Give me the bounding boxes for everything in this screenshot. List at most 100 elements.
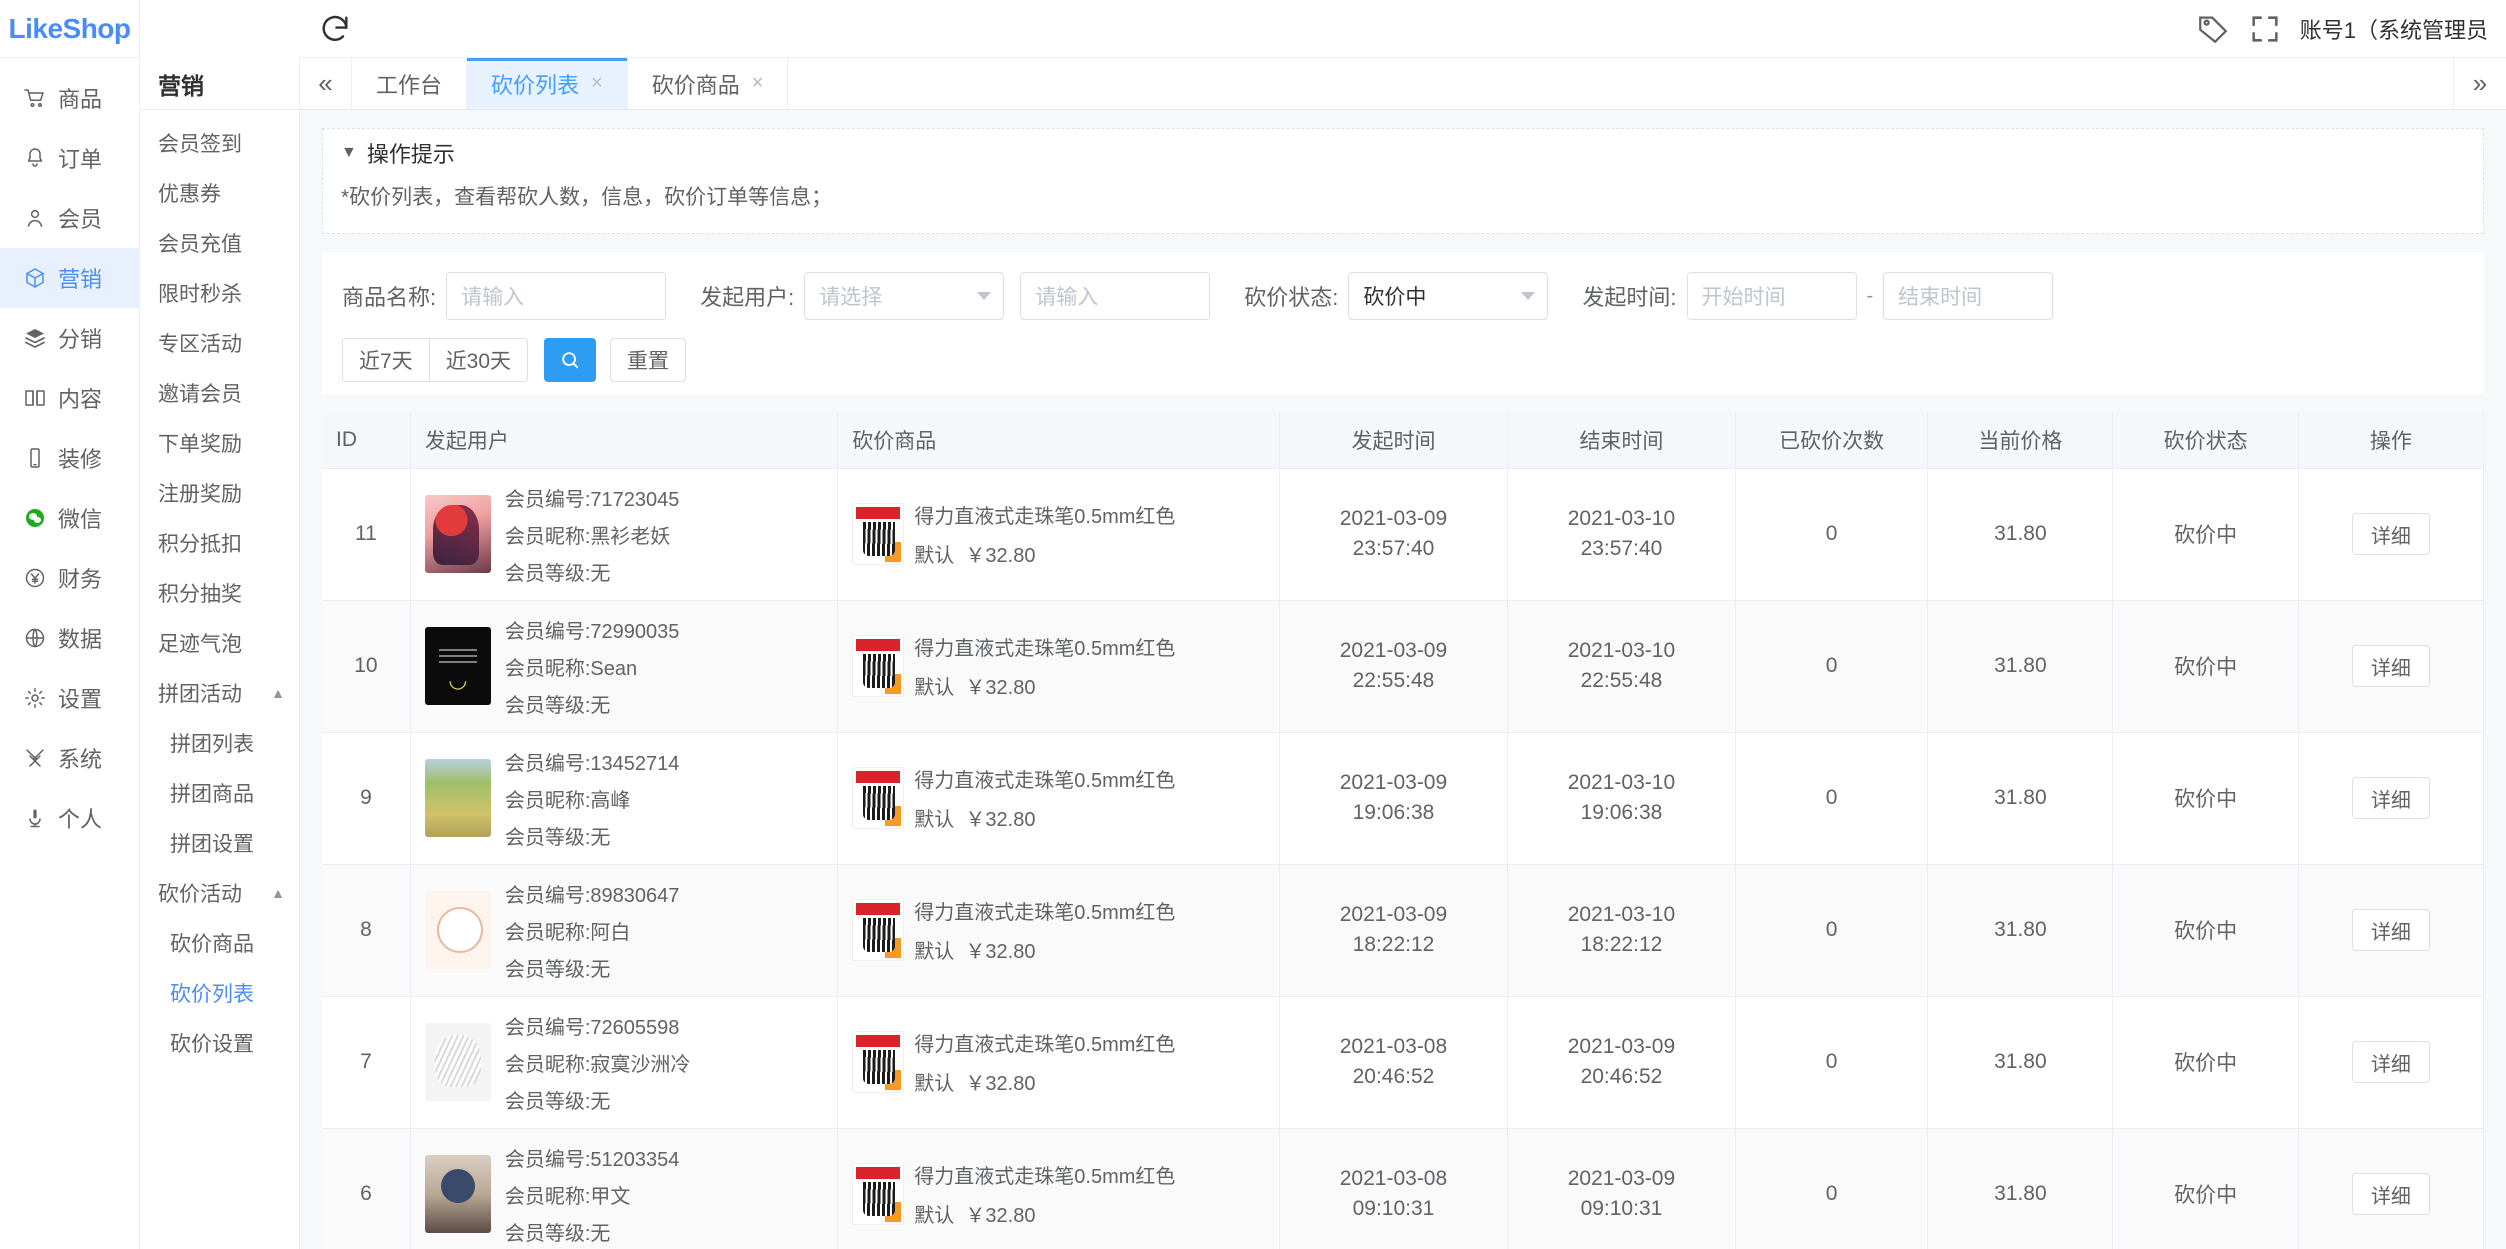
sidebar-item-label: 财务 [58,567,103,592]
sidebar-item-1[interactable]: 订单 [0,128,139,188]
submenu-item-label: 注册奖励 [158,483,242,506]
user-keyword-input[interactable]: 请输入 [1020,272,1211,320]
tab-bar: « 工作台 砍价列表 × 砍价商品 × » [300,58,2506,110]
submenu-item-9[interactable]: 积分抽奖 [140,568,299,618]
user-type-select[interactable]: 请选择 [804,272,1005,320]
submenu-item-7[interactable]: 注册奖励 [140,468,299,518]
submenu-item-0[interactable]: 会员签到 [140,118,299,168]
sidebar-item-5[interactable]: 内容 [0,368,139,428]
submenu-item-3[interactable]: 限时秒杀 [140,268,299,318]
tab-1[interactable]: 砍价列表 × [467,58,628,109]
tips-body: *砍价列表，查看帮砍人数，信息，砍价订单等信息； [341,186,833,209]
submenu-item-14[interactable]: 拼团设置 [140,818,299,868]
detail-button[interactable]: 详细 [2351,777,2430,819]
submenu-item-13[interactable]: 拼团商品 [140,768,299,818]
sidebar-item-10[interactable]: 设置 [0,668,139,728]
detail-button[interactable]: 详细 [2351,513,2430,555]
reset-button[interactable]: 重置 [610,338,687,382]
sidebar-item-0[interactable]: 商品 [0,68,139,128]
cell-user: 会员编号:89830647 会员昵称:阿白 会员等级:无 [410,864,839,997]
filter-row-2: 近7天 近30天 重置 [342,338,2464,382]
column-header-1: 发起用户 [410,412,839,469]
submenu-item-16[interactable]: 砍价商品 [140,918,299,968]
detail-button[interactable]: 详细 [2351,1173,2430,1215]
status-select[interactable]: 砍价中 [1348,272,1549,320]
sidebar-item-11[interactable]: 系统 [0,728,139,788]
submenu-item-4[interactable]: 专区活动 [140,318,299,368]
column-header-7: 砍价状态 [2112,412,2299,469]
tips-header[interactable]: ▼ 操作提示 [323,129,2483,177]
fullscreen-icon[interactable] [2248,12,2282,46]
tab-0[interactable]: 工作台 [352,58,468,109]
close-icon[interactable]: × [591,72,603,95]
close-icon[interactable]: × [752,72,764,95]
account-label[interactable]: 账号1（系统管理员 [2300,13,2488,45]
table-row: 7 会员编号:72605598 会员昵称:寂寞沙洲冷 会员等级:无 得力直液式走珠笔0.… [322,996,2485,1129]
submenu-item-15[interactable]: 砍价活动 ▲ [140,868,299,918]
cell-action: 详细 [2298,600,2485,733]
submenu-item-5[interactable]: 邀请会员 [140,368,299,418]
submenu-item-2[interactable]: 会员充值 [140,218,299,268]
submenu-item-10[interactable]: 足迹气泡 [140,618,299,668]
sidebar-item-9[interactable]: 数据 [0,608,139,668]
submenu-item-18[interactable]: 砍价设置 [140,1018,299,1068]
last-7-days-button[interactable]: 近7天 [342,338,430,382]
chevron-double-right-icon[interactable]: » [2454,58,2506,109]
cell-cut-count: 0 [1735,1128,1929,1249]
cell-goods: 得力直液式走珠笔0.5mm红色 默认 ￥32.80 [837,468,1280,601]
end-time-input[interactable]: 结束时间 [1883,272,2054,320]
member-nickname: 会员昵称:黑衫老妖 [504,525,671,548]
cell-action: 详细 [2298,996,2485,1129]
refresh-icon[interactable] [318,12,352,46]
column-header-3: 发起时间 [1279,412,1508,469]
detail-button[interactable]: 详细 [2351,909,2430,951]
submenu-item-11[interactable]: 拼团活动 ▲ [140,668,299,718]
logo[interactable]: LikeShop [0,0,139,58]
logo-label: LikeShop [8,12,131,44]
end-date: 2021-03-10 [1567,639,1676,662]
tab-2[interactable]: 砍价商品 × [628,58,789,109]
sidebar-item-12[interactable]: 个人 [0,788,139,848]
cell-status: 砍价中 [2112,1128,2299,1249]
cell-status: 砍价中 [2112,996,2299,1129]
cell-end-time: 2021-03-10 23:57:40 [1507,468,1736,601]
chevron-up-icon: ▲ [271,885,285,901]
goods-spec-price: 默认 ￥32.80 [914,803,1175,832]
sidebar-item-4[interactable]: 分销 [0,308,139,368]
cell-start-time: 2021-03-09 22:55:48 [1279,600,1508,733]
mobile-icon [22,445,48,471]
search-button[interactable] [544,338,597,382]
user-label: 发起用户: [700,285,795,310]
goods-name-input[interactable]: 请输入 [446,272,667,320]
submenu-item-1[interactable]: 优惠券 [140,168,299,218]
goods-price: ￥32.80 [965,809,1036,831]
goods-thumbnail [852,635,905,697]
yuan-icon [22,565,48,591]
detail-button[interactable]: 详细 [2351,1041,2430,1083]
goods-price: ￥32.80 [965,545,1036,567]
tag-icon[interactable] [2196,12,2230,46]
sidebar-item-8[interactable]: 财务 [0,548,139,608]
member-nickname: 会员昵称:高峰 [504,789,631,812]
submenu-item-label: 砍价设置 [170,1033,254,1056]
submenu-item-12[interactable]: 拼团列表 [140,718,299,768]
sidebar-item-6[interactable]: 装修 [0,428,139,488]
submenu-item-8[interactable]: 积分抵扣 [140,518,299,568]
member-no: 会员编号:51203354 [504,1148,680,1171]
cell-current-price: 31.80 [1927,1128,2114,1249]
goods-price: ￥32.80 [965,677,1036,699]
sidebar-item-2[interactable]: 会员 [0,188,139,248]
submenu-item-6[interactable]: 下单奖励 [140,418,299,468]
start-time-input[interactable]: 开始时间 [1686,272,1857,320]
detail-button[interactable]: 详细 [2351,645,2430,687]
chevron-double-left-icon[interactable]: « [300,58,352,109]
cell-current-price: 31.80 [1927,732,2114,865]
sidebar-item-3[interactable]: 营销 [0,248,139,308]
submenu-item-label: 邀请会员 [158,383,242,406]
member-nickname: 会员昵称:Sean [504,657,638,680]
tab-label: 砍价列表 [491,72,580,98]
last-30-days-button[interactable]: 近30天 [429,338,529,382]
sidebar-item-7[interactable]: 微信 [0,488,139,548]
end-date: 2021-03-09 [1567,1035,1676,1058]
submenu-item-17[interactable]: 砍价列表 [140,968,299,1018]
